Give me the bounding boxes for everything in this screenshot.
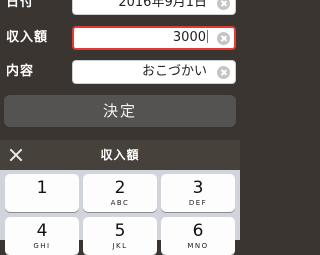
key-number: 5 — [114, 221, 126, 241]
keyboard-title: 収入額 — [100, 148, 140, 162]
date-label: 日付 — [6, 0, 35, 10]
key-3[interactable]: 3 DEF — [161, 174, 235, 212]
submit-button[interactable]: 決定 — [4, 95, 236, 127]
key-number: 6 — [192, 221, 204, 241]
key-2[interactable]: 2 ABC — [83, 174, 157, 212]
date-row: 日付 2016年9月1日 — [0, 0, 240, 18]
income-field[interactable]: 3000 — [72, 26, 236, 50]
income-row: 収入額 3000 — [0, 23, 240, 53]
memo-value: おこづかい — [141, 64, 207, 79]
text-caret — [207, 30, 208, 43]
numeric-keypad: 1 2 ABC 3 DEF 4 GHI 5 JKL 6 MNO — [0, 170, 240, 255]
key-letters: DEF — [188, 199, 208, 207]
key-letters: JKL — [112, 242, 128, 250]
memo-label: 内容 — [6, 64, 35, 79]
key-letters: GHI — [33, 242, 51, 250]
income-value: 3000 — [172, 30, 208, 45]
key-4[interactable]: 4 GHI — [5, 217, 79, 255]
memo-row: 内容 おこづかい — [0, 57, 240, 87]
keyboard-header: 収入額 — [0, 140, 240, 170]
key-6[interactable]: 6 MNO — [161, 217, 235, 255]
date-field[interactable]: 2016年9月1日 — [72, 0, 236, 15]
clear-date-icon[interactable] — [217, 0, 230, 10]
clear-memo-icon[interactable] — [217, 66, 230, 79]
memo-field[interactable]: おこづかい — [72, 60, 236, 84]
key-number: 2 — [114, 178, 126, 198]
key-5[interactable]: 5 JKL — [83, 217, 157, 255]
key-number: 1 — [36, 178, 48, 198]
income-label: 収入額 — [6, 30, 49, 45]
date-value: 2016年9月1日 — [118, 0, 207, 10]
key-number: 4 — [36, 221, 48, 241]
key-1[interactable]: 1 — [5, 174, 79, 212]
key-letters: MNO — [187, 242, 209, 250]
key-number: 3 — [192, 178, 204, 198]
key-letters: ABC — [110, 199, 130, 207]
clear-income-icon[interactable] — [217, 32, 230, 45]
